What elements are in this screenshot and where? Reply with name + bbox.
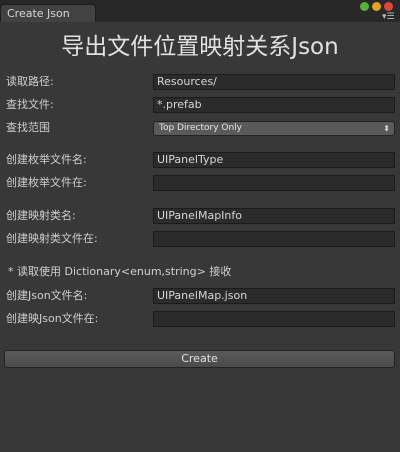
json-file-location-input[interactable] <box>153 311 395 327</box>
enum-file-name-label: 创建枚举文件名: <box>6 153 87 166</box>
json-file-location-label: 创建映Json文件在: <box>6 312 99 325</box>
map-class-location-input[interactable] <box>153 231 395 247</box>
dictionary-note: * 读取使用 Dictionary<enum,string> 接收 <box>8 265 232 278</box>
find-scope-dropdown[interactable]: Top Directory Only ⬍ <box>153 121 395 136</box>
map-class-location-label: 创建映射类文件在: <box>6 232 98 245</box>
enum-file-location-input[interactable] <box>153 175 395 191</box>
map-class-name-input[interactable]: UIPanelMapInfo <box>153 208 395 224</box>
find-file-label: 查找文件: <box>6 98 54 111</box>
page-title: 导出文件位置映射关系Json <box>61 34 339 60</box>
title-bar: Create Json ▾☰ <box>0 0 400 22</box>
tab-create-json[interactable]: Create Json <box>0 4 96 22</box>
maximize-button[interactable] <box>360 2 369 11</box>
read-path-input[interactable]: Resources/ <box>153 74 395 90</box>
find-scope-label: 查找范围 <box>6 121 50 134</box>
enum-file-name-input[interactable]: UIPanelType <box>153 152 395 168</box>
create-button[interactable]: Create <box>4 350 395 368</box>
find-file-input[interactable]: *.prefab <box>153 97 395 113</box>
json-file-name-label: 创建Json文件名: <box>6 289 88 302</box>
updown-arrow-icon: ⬍ <box>383 124 390 133</box>
enum-file-location-label: 创建枚举文件在: <box>6 176 87 189</box>
menu-icon[interactable]: ▾☰ <box>382 13 395 22</box>
json-file-name-input[interactable]: UIPanelMap.json <box>153 288 395 304</box>
minimize-button[interactable] <box>372 2 381 11</box>
read-path-label: 读取路径: <box>6 75 54 88</box>
find-scope-value: Top Directory Only <box>159 123 243 133</box>
tab-label: Create Json <box>7 7 70 20</box>
close-button[interactable] <box>384 2 393 11</box>
map-class-name-label: 创建映射类名: <box>6 209 76 222</box>
